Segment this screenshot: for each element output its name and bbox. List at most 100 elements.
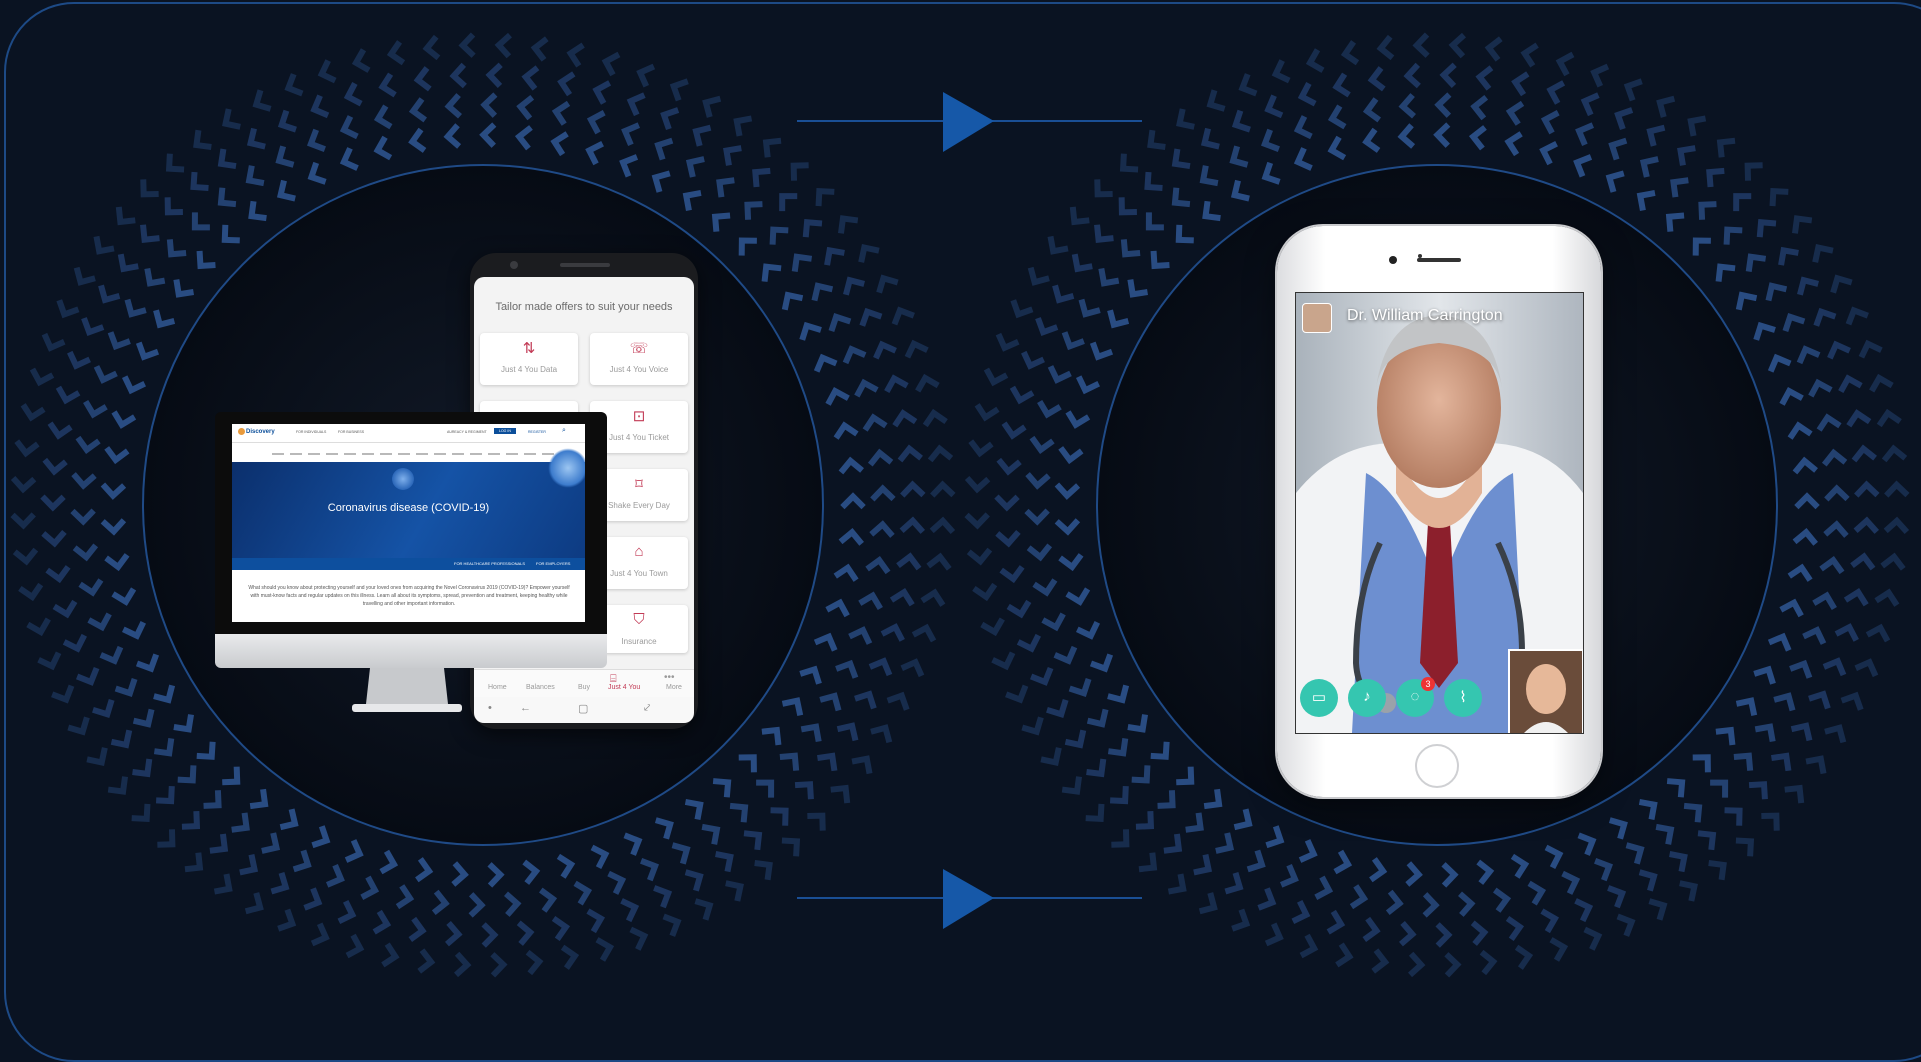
sub-nav-links[interactable] — [272, 453, 572, 455]
mute-button[interactable]: ♪ — [1348, 679, 1386, 717]
chevron-mark — [381, 942, 400, 968]
chevron-mark — [1687, 115, 1707, 137]
chevron-mark — [386, 40, 406, 66]
chevron-mark — [1874, 588, 1900, 607]
chevron-mark — [1224, 872, 1244, 895]
chevron-mark — [868, 657, 893, 677]
nav-more[interactable]: More — [666, 684, 682, 691]
site-logo[interactable]: Discovery — [246, 429, 275, 435]
chevron-mark — [1065, 410, 1091, 429]
chevron-mark — [1821, 448, 1848, 467]
article-intro: What should you know about protecting yo… — [248, 585, 570, 607]
chevron-mark — [1733, 752, 1754, 771]
chevron-mark — [1677, 145, 1696, 166]
chevron-mark — [1854, 658, 1879, 678]
chevron-mark — [1335, 942, 1354, 968]
chevron-mark — [974, 403, 1000, 422]
home-button-icon[interactable]: ▢ — [578, 702, 588, 715]
chevron-mark — [1260, 128, 1280, 153]
chevron-mark — [682, 190, 702, 211]
chevron-mark — [408, 916, 427, 942]
self-view-pip[interactable] — [1508, 649, 1583, 733]
chevron-mark — [191, 212, 210, 231]
chevron-mark — [669, 78, 689, 102]
chevron-mark — [153, 737, 175, 757]
chevron-mark — [1655, 823, 1675, 845]
chevron-mark — [114, 677, 138, 697]
attach-button[interactable]: ⌇ — [1444, 679, 1482, 717]
link-employers[interactable]: FOR EMPLOYERS — [536, 561, 570, 566]
phone-icon: ☏ — [629, 340, 649, 357]
nav-buy[interactable]: Buy — [578, 684, 590, 691]
header-link[interactable]: AUREACY & REGIMENT — [447, 430, 487, 434]
chevron-mark — [422, 34, 441, 61]
chevron-mark — [1398, 93, 1416, 119]
chevron-mark — [880, 623, 905, 642]
chevron-mark — [132, 758, 153, 778]
chevron-mark — [1580, 92, 1600, 117]
chevron-mark — [1789, 659, 1813, 679]
chevron-mark — [468, 892, 486, 918]
chat-button[interactable]: ◌ 3 — [1396, 677, 1435, 717]
chevron-mark — [67, 716, 90, 736]
chevron-mark — [1697, 830, 1717, 851]
nav-just-4-you[interactable]: Just 4 You — [608, 684, 640, 691]
chevron-mark — [626, 92, 646, 117]
chevron-mark — [1745, 253, 1767, 273]
nav-balances[interactable]: Balances — [526, 684, 555, 691]
chevron-mark — [867, 448, 894, 467]
nav-individuals[interactable]: FOR INDIVIDUALS — [296, 430, 326, 434]
chevron-mark — [870, 724, 893, 744]
nav-business[interactable]: FOR BUSINESS — [338, 430, 364, 434]
chevron-mark — [1291, 899, 1311, 925]
caller-name: Dr. William Carrington — [1347, 307, 1503, 324]
nav-home[interactable]: Home — [488, 684, 507, 691]
chevron-mark — [135, 653, 160, 673]
chevron-mark — [1202, 200, 1221, 222]
recents-icon[interactable]: ⤦ — [644, 702, 650, 715]
chevron-mark — [1767, 353, 1792, 373]
chevron-mark — [1805, 755, 1827, 775]
chevron-mark — [1715, 263, 1736, 282]
video-toggle-button[interactable]: ▭ — [1300, 679, 1338, 717]
chevron-mark — [815, 187, 835, 207]
chevron-mark — [1504, 131, 1523, 157]
chevron-mark — [1408, 951, 1426, 978]
chevron-mark — [927, 444, 954, 463]
tile-data[interactable]: ⇅ Just 4 You Data — [480, 333, 578, 385]
chevron-mark — [100, 518, 127, 536]
chevron-mark — [1257, 887, 1277, 911]
chevron-mark — [451, 861, 469, 887]
chevron-mark — [1021, 350, 1045, 370]
back-icon[interactable]: ← — [520, 702, 531, 714]
chevron-mark — [1403, 62, 1421, 89]
chevron-mark — [1120, 239, 1141, 258]
chevron-mark — [246, 127, 266, 150]
chevron-mark — [37, 651, 62, 671]
search-icon[interactable]: ⌕ — [562, 427, 566, 435]
chevron-mark — [964, 476, 991, 494]
chevron-mark — [221, 224, 240, 244]
chevron-mark — [1016, 633, 1041, 653]
chevron-mark — [1369, 857, 1388, 883]
home-button[interactable] — [1415, 744, 1459, 788]
chevron-mark — [566, 42, 585, 68]
link-healthcare[interactable]: FOR HEALTHCARE PROFESSIONALS — [454, 561, 525, 566]
chevron-mark — [1061, 776, 1082, 795]
tile-voice[interactable]: ☏ Just 4 You Voice — [590, 333, 688, 385]
chevron-mark — [1790, 722, 1813, 742]
chevron-mark — [10, 512, 36, 530]
chevron-mark — [132, 708, 155, 728]
chevron-mark — [26, 617, 51, 637]
login-button[interactable]: LOG IN — [494, 428, 516, 434]
register-link[interactable]: REGISTER — [528, 430, 546, 434]
chevron-mark — [1332, 72, 1351, 98]
chevron-mark — [999, 565, 1025, 584]
chevron-mark — [915, 373, 940, 393]
chevron-mark — [843, 276, 865, 296]
chevron-mark — [1605, 170, 1625, 193]
chevron-mark — [1549, 937, 1569, 962]
chevron-mark — [1816, 413, 1842, 432]
chevron-mark — [1773, 692, 1796, 712]
header-divider — [232, 442, 585, 443]
